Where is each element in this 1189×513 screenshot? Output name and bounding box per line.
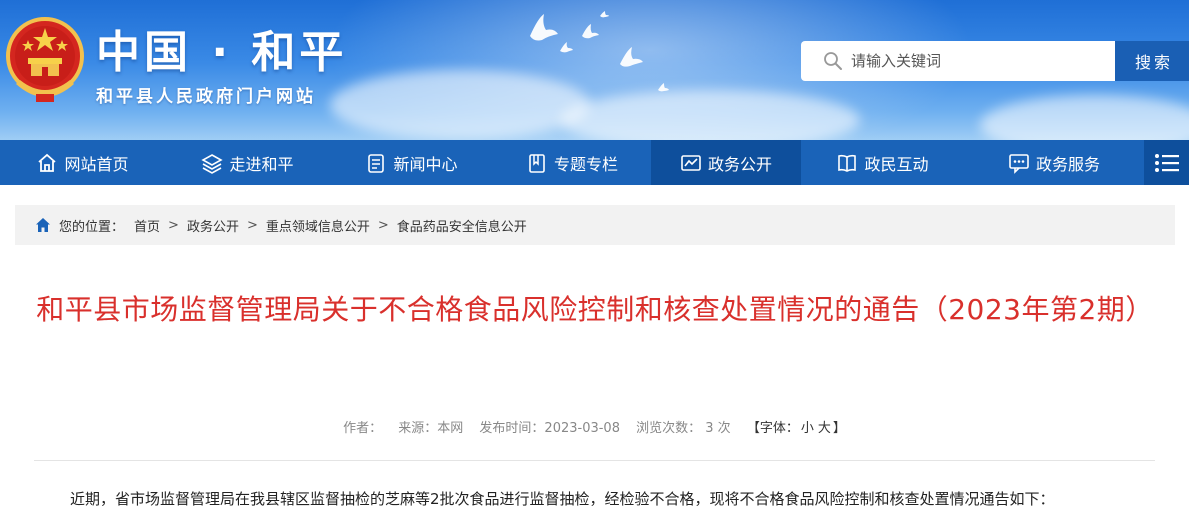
font-small-link[interactable]: 小: [801, 421, 814, 436]
menu-icon: [1154, 153, 1179, 172]
font-large-link[interactable]: 大: [818, 421, 831, 436]
nav-item-label: 专题专栏: [553, 154, 618, 174]
search-box: [801, 41, 1116, 81]
main-nav: 网站首页 走进和平 新闻中心 专题专栏 政务公开 政民互动 政务服务: [0, 140, 1189, 185]
font-size-control: 【字体：小大】: [747, 421, 846, 436]
nav-item-topics[interactable]: 专题专栏: [493, 140, 651, 185]
font-size-prefix: 【字体：: [746, 421, 799, 436]
nav-item-news[interactable]: 新闻中心: [330, 140, 493, 185]
site-subtitle: 和平县人民政府门户网站: [96, 87, 316, 107]
breadcrumb-item-food-drug-safety[interactable]: 食品药品安全信息公开: [397, 216, 527, 235]
breadcrumb-separator: >: [377, 217, 389, 233]
breadcrumb-separator: >: [246, 217, 258, 233]
home-icon: [36, 218, 50, 232]
cloud-decoration: [980, 95, 1189, 140]
site-title: 中国 · 和平: [96, 27, 348, 78]
breadcrumb: 您的位置： 首页 > 政务公开 > 重点领域信息公开 > 食品药品安全信息公开: [15, 205, 1175, 245]
layers-icon: [201, 153, 224, 174]
nav-item-label: 走进和平: [229, 154, 294, 174]
meta-views: 浏览次数： 3 次: [636, 421, 731, 436]
breadcrumb-item-home[interactable]: 首页: [134, 216, 160, 235]
breadcrumb-item-key-areas[interactable]: 重点领域信息公开: [266, 216, 370, 235]
national-emblem-icon: [6, 17, 84, 102]
article-title: 和平县市场监督管理局关于不合格食品风险控制和核查处置情况的通告（2023年第2期…: [36, 293, 1154, 326]
nav-item-government-affairs[interactable]: 政务公开: [651, 140, 801, 185]
chart-icon: [681, 154, 701, 171]
search-icon: [824, 52, 842, 70]
nav-item-label: 新闻中心: [393, 154, 458, 174]
nav-item-label: 网站首页: [64, 154, 129, 174]
nav-item-label: 政民互动: [864, 154, 929, 174]
font-size-suffix: 】: [832, 421, 846, 436]
article-meta: 作者： 来源：本网 发布时间：2023-03-08 浏览次数： 3 次 【字体：…: [0, 417, 1189, 436]
service-icon: [1009, 153, 1029, 174]
breadcrumb-separator: >: [168, 217, 179, 233]
nav-menu-button[interactable]: [1144, 140, 1189, 185]
nav-item-label: 政务服务: [1035, 154, 1100, 174]
doves-decoration: [530, 11, 669, 92]
nav-item-label: 政务公开: [707, 154, 772, 174]
article-body-paragraph: 近期，省市场监督管理局在我县辖区监督抽检的芝麻等2批次食品进行监督抽检，经检验不…: [70, 490, 1055, 508]
meta-source: 来源：本网: [398, 421, 464, 436]
meta-publish-time: 发布时间：2023-03-08: [479, 421, 620, 436]
nav-item-services[interactable]: 政务服务: [964, 140, 1144, 185]
breadcrumb-label: 您的位置：: [59, 219, 125, 235]
search-input[interactable]: [851, 41, 1111, 81]
search-button[interactable]: 搜索: [1115, 41, 1189, 81]
home-icon: [38, 153, 57, 172]
bookmark-icon: [529, 153, 545, 173]
breadcrumb-item-government-affairs[interactable]: 政务公开: [187, 216, 239, 235]
book-icon: [838, 154, 857, 172]
meta-author: 作者：: [343, 421, 383, 436]
nav-item-interaction[interactable]: 政民互动: [801, 140, 964, 185]
nav-item-about[interactable]: 走进和平: [165, 140, 330, 185]
site-header: 中国 · 和平 和平县人民政府门户网站: [0, 0, 1189, 140]
nav-item-home[interactable]: 网站首页: [0, 140, 165, 185]
news-icon: [368, 153, 385, 173]
divider: [34, 460, 1155, 461]
